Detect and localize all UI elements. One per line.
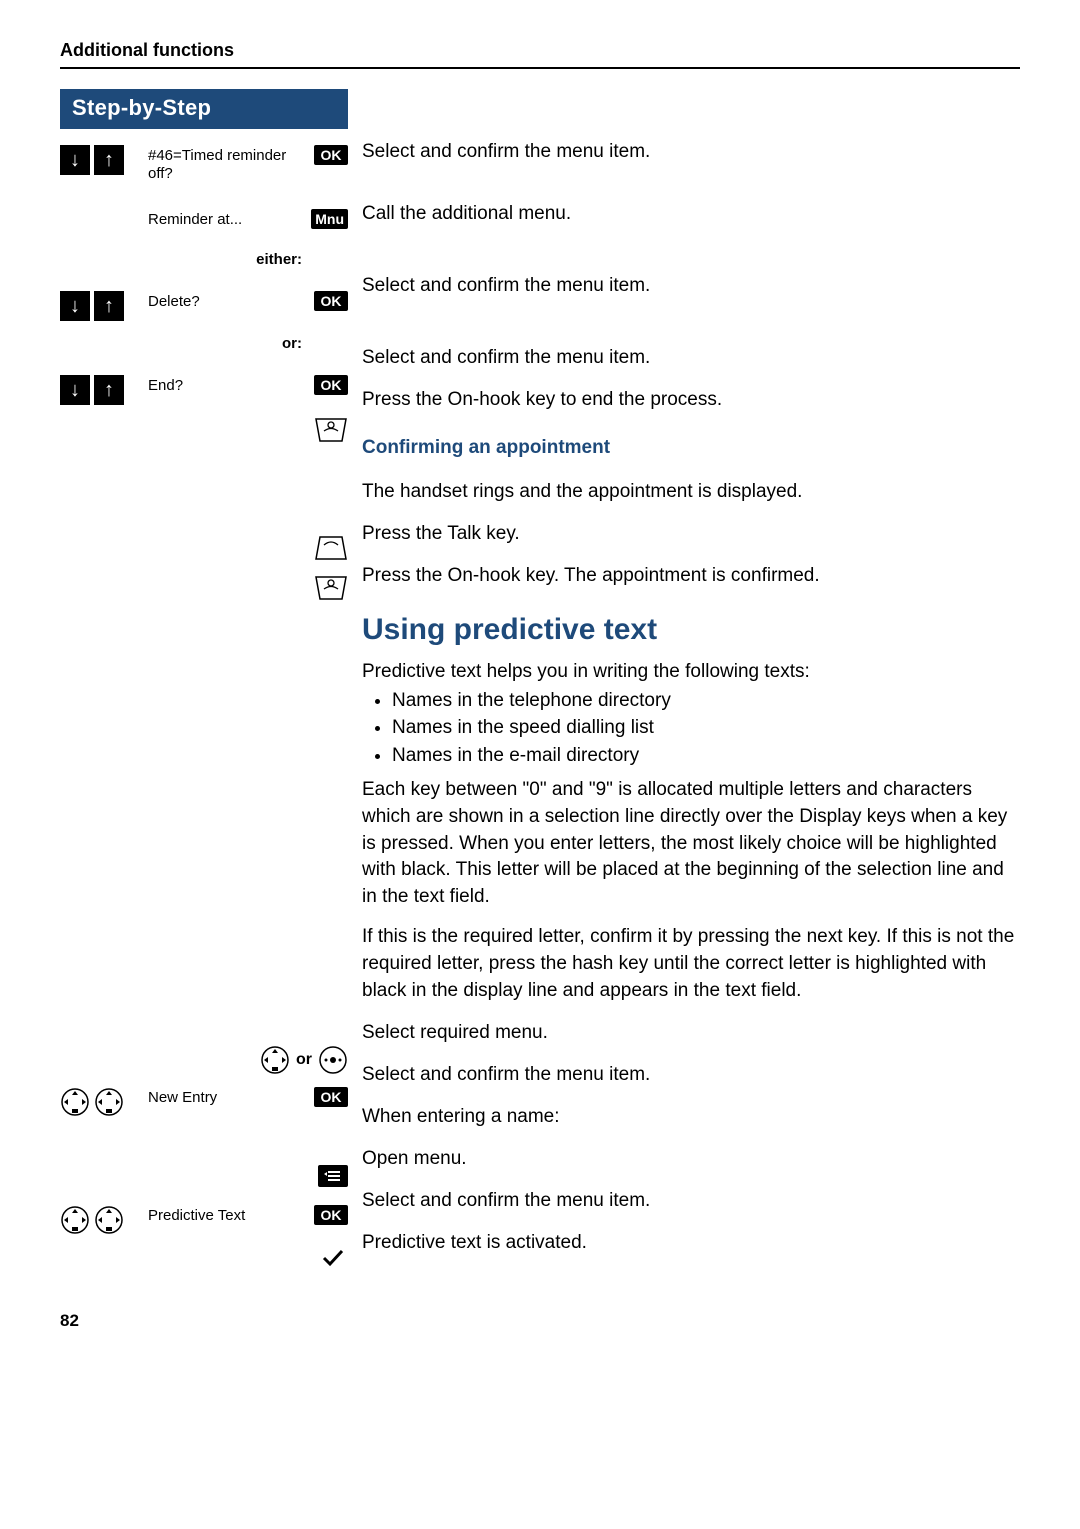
instruction-text: Select and confirm the menu item. (362, 1060, 1020, 1092)
instruction-text: Open menu. (362, 1144, 1020, 1176)
ok-badge: OK (314, 291, 348, 311)
instruction-text: Predictive text is activated. (362, 1228, 1020, 1260)
list-item: Names in the e-mail directory (392, 743, 1020, 770)
nav-row: or (60, 1045, 348, 1075)
step-row: ↓ ↑ #46=Timed reminder off? OK (60, 143, 348, 183)
arrow-up-icon: ↑ (94, 375, 124, 405)
nav-key-alt-icon (318, 1045, 348, 1075)
menu-icon (318, 1165, 348, 1187)
arrow-up-icon: ↑ (94, 145, 124, 175)
instruction-text: The handset rings and the appointment is… (362, 477, 1020, 509)
menu-label: Reminder at... (148, 207, 302, 229)
main-layout: Step-by-Step ↓ ↑ #46=Timed reminder off?… (60, 89, 1020, 1285)
ok-badge: OK (314, 1087, 348, 1107)
menu-label: #46=Timed reminder off? (148, 143, 302, 183)
or-text: or (296, 1051, 312, 1069)
menu-label: End? (148, 373, 302, 395)
key-row (60, 1163, 348, 1193)
arrow-down-icon: ↓ (60, 375, 90, 405)
nav-key-icon (94, 1087, 124, 1117)
right-column: Select and confirm the menu item. Call t… (362, 89, 1020, 1285)
ok-badge: OK (314, 375, 348, 395)
arrow-up-icon: ↑ (94, 291, 124, 321)
nav-key-icon (60, 1087, 90, 1117)
step-row: Reminder at... Mnu (60, 207, 348, 237)
step-row: New Entry OK (60, 1085, 348, 1117)
sub-heading: Confirming an appointment (362, 435, 1020, 467)
ok-badge: OK (314, 1205, 348, 1225)
menu-label: Predictive Text (148, 1203, 302, 1225)
key-row (60, 1245, 348, 1275)
either-text: either: (148, 247, 302, 269)
list-item: Names in the telephone directory (392, 688, 1020, 715)
check-icon (318, 1247, 348, 1269)
bullet-list: Names in the telephone directory Names i… (362, 688, 1020, 770)
paragraph: Each key between "0" and "9" is allocate… (362, 777, 1020, 910)
instruction-text: Select required menu. (362, 1018, 1020, 1050)
instruction-text: Press the On-hook key to end the process… (362, 385, 1020, 417)
ok-badge: OK (314, 145, 348, 165)
instruction-text: Select and confirm the menu item. (362, 343, 1020, 375)
instruction-text: When entering a name: (362, 1102, 1020, 1134)
step-row: ↓ ↑ Delete? OK (60, 289, 348, 321)
paragraph: Predictive text helps you in writing the… (362, 659, 1020, 686)
talk-key-icon (314, 535, 348, 561)
nav-key-icon (260, 1045, 290, 1075)
page-header: Additional functions (60, 40, 1020, 69)
key-row (60, 533, 348, 563)
key-row (60, 415, 348, 445)
nav-key-icon (94, 1205, 124, 1235)
step-row: Predictive Text OK (60, 1203, 348, 1235)
page-number: 82 (60, 1311, 1020, 1331)
mnu-badge: Mnu (311, 209, 348, 229)
or-text: or: (148, 331, 302, 353)
section-heading: Using predictive text (362, 613, 1020, 647)
menu-label: New Entry (148, 1085, 302, 1107)
instruction-text: Press the Talk key. (362, 519, 1020, 551)
paragraph: If this is the required letter, confirm … (362, 924, 1020, 1004)
instruction-text: Call the additional menu. (362, 199, 1020, 231)
key-row (60, 573, 348, 603)
list-item: Names in the speed dialling list (392, 715, 1020, 742)
step-row: ↓ ↑ End? OK (60, 373, 348, 405)
arrow-down-icon: ↓ (60, 145, 90, 175)
instruction-text: Press the On-hook key. The appointment i… (362, 561, 1020, 593)
step-by-step-header: Step-by-Step (60, 89, 348, 129)
nav-key-icon (60, 1205, 90, 1235)
arrow-down-icon: ↓ (60, 291, 90, 321)
or-label: or: (60, 331, 348, 361)
instruction-text: Select and confirm the menu item. (362, 271, 1020, 303)
menu-label: Delete? (148, 289, 302, 311)
instruction-text: Select and confirm the menu item. (362, 1186, 1020, 1218)
either-label: either: (60, 247, 348, 277)
instruction-text: Select and confirm the menu item. (362, 137, 1020, 169)
on-hook-key-icon (314, 575, 348, 601)
left-column: Step-by-Step ↓ ↑ #46=Timed reminder off?… (60, 89, 348, 1285)
on-hook-key-icon (314, 417, 348, 443)
